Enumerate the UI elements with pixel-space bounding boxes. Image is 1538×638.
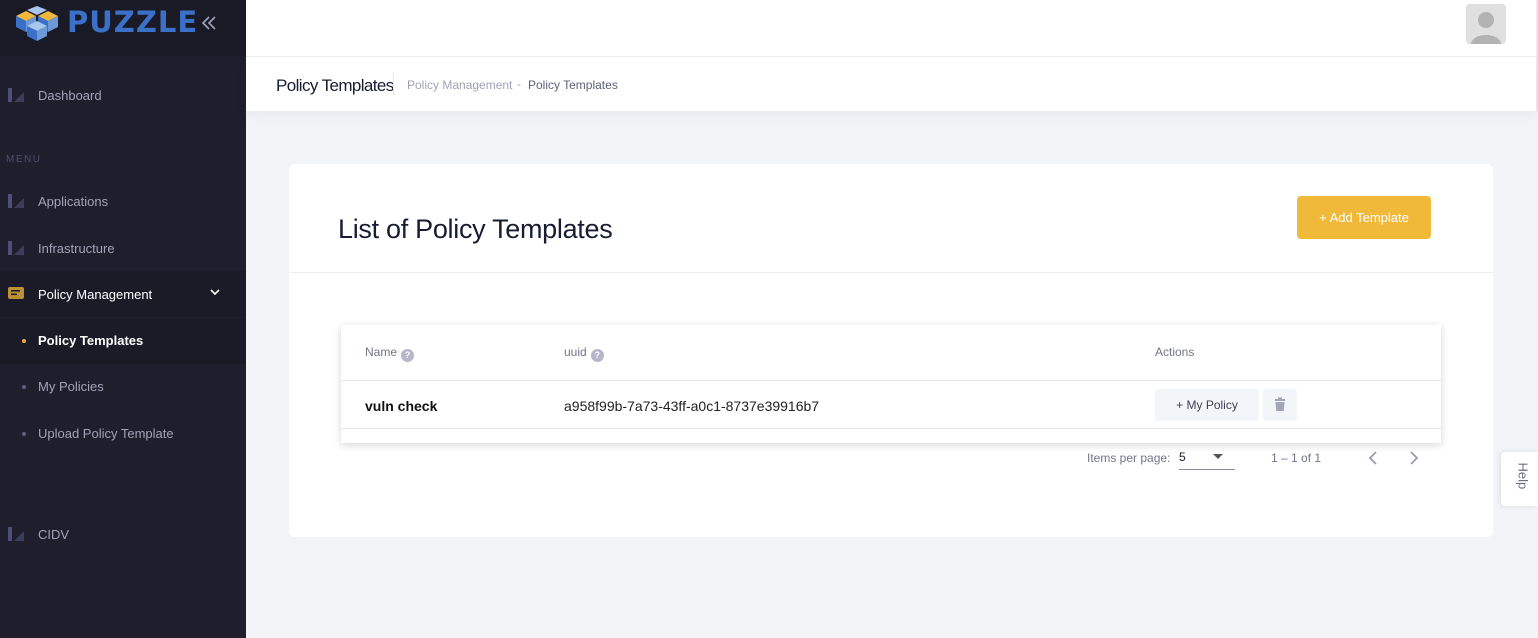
chevron-down-icon[interactable] <box>209 287 221 297</box>
subheader-separator <box>393 73 394 95</box>
sidebar-item-label: Dashboard <box>38 88 102 103</box>
topbar <box>246 0 1536 57</box>
previous-page-button[interactable] <box>1364 448 1384 468</box>
user-avatar[interactable] <box>1466 4 1506 44</box>
double-chevron-left-icon[interactable] <box>199 13 219 33</box>
sidebar-item-label: Policy Management <box>38 287 153 302</box>
help-icon[interactable]: ? <box>401 349 415 362</box>
sidebar-subitem-label: My Policies <box>38 379 104 394</box>
page-title: Policy Templates <box>276 76 394 95</box>
items-per-page-label: Items per page: <box>1087 451 1171 465</box>
brand-name: PUZZLE <box>67 5 199 39</box>
user-icon <box>1466 4 1506 44</box>
column-header-label: Name <box>365 345 398 359</box>
column-header-actions: Actions <box>1155 345 1195 359</box>
paginator-range: 1 – 1 of 1 <box>1271 451 1322 465</box>
templates-table: Name? uuid? Actions vuln check a958f99b-… <box>341 325 1441 443</box>
column-header-label: uuid <box>564 345 587 359</box>
chart-icon <box>8 194 24 208</box>
breadcrumb-policy-management[interactable]: Policy Management <box>407 78 512 92</box>
chart-icon <box>8 88 24 102</box>
card-divider <box>289 272 1493 273</box>
delete-button[interactable] <box>1263 389 1297 421</box>
sidebar-item-infrastructure[interactable]: Infrastructure <box>0 225 246 271</box>
breadcrumb-separator: - <box>517 77 521 91</box>
breadcrumb-policy-templates[interactable]: Policy Templates <box>528 78 618 92</box>
next-page-button[interactable] <box>1403 448 1423 468</box>
header-divider <box>341 380 1441 381</box>
items-per-page-select[interactable]: 5 <box>1179 444 1235 470</box>
subheader: Policy Templates Policy Management - Pol… <box>246 57 1536 111</box>
add-template-button[interactable]: + Add Template <box>1297 196 1431 239</box>
dropdown-arrow-icon <box>1213 454 1223 459</box>
sidebar-subitem-policy-templates[interactable]: Policy Templates <box>0 318 246 364</box>
sidebar-subitem-upload-policy-template[interactable]: Upload Policy Template <box>0 411 246 457</box>
puzzle-logo-icon <box>16 6 58 41</box>
sidebar-item-applications[interactable]: Applications <box>0 178 246 224</box>
sidebar-item-cidv[interactable]: CIDV <box>0 511 246 557</box>
chart-icon <box>8 241 24 255</box>
menu-section-label: MENU <box>6 154 42 165</box>
sidebar-subitem-label: Upload Policy Template <box>38 426 174 441</box>
card-title: List of Policy Templates <box>338 214 613 244</box>
help-tab-label: Help <box>1515 462 1531 490</box>
help-icon[interactable]: ? <box>590 349 604 362</box>
column-header-name: Name? <box>365 345 415 362</box>
trash-icon <box>1275 397 1285 411</box>
sidebar: PUZZLE Dashboard MENU Applications Infra… <box>0 0 246 638</box>
cell-uuid: a958f99b-7a73-43ff-a0c1-8737e39916b7 <box>564 398 820 414</box>
message-icon <box>8 287 24 299</box>
bullet-icon <box>22 339 26 343</box>
sidebar-item-dashboard[interactable]: Dashboard <box>0 72 246 118</box>
add-my-policy-button[interactable]: + My Policy <box>1155 389 1259 421</box>
policy-templates-card: List of Policy Templates + Add Template … <box>289 164 1493 537</box>
cell-name: vuln check <box>365 398 438 414</box>
row-divider <box>341 428 1441 429</box>
sidebar-item-label: CIDV <box>38 527 70 542</box>
sidebar-subitem-label: Policy Templates <box>38 333 144 348</box>
items-per-page-value: 5 <box>1179 450 1186 464</box>
sidebar-item-label: Infrastructure <box>38 241 115 256</box>
sidebar-subitem-my-policies[interactable]: My Policies <box>0 364 246 410</box>
column-header-uuid: uuid? <box>564 345 604 362</box>
chart-icon <box>8 527 24 541</box>
help-tab[interactable]: Help <box>1501 452 1538 506</box>
sidebar-item-label: Applications <box>38 194 109 209</box>
bullet-icon <box>22 385 26 389</box>
bullet-icon <box>22 432 26 436</box>
brand: PUZZLE <box>0 0 246 56</box>
